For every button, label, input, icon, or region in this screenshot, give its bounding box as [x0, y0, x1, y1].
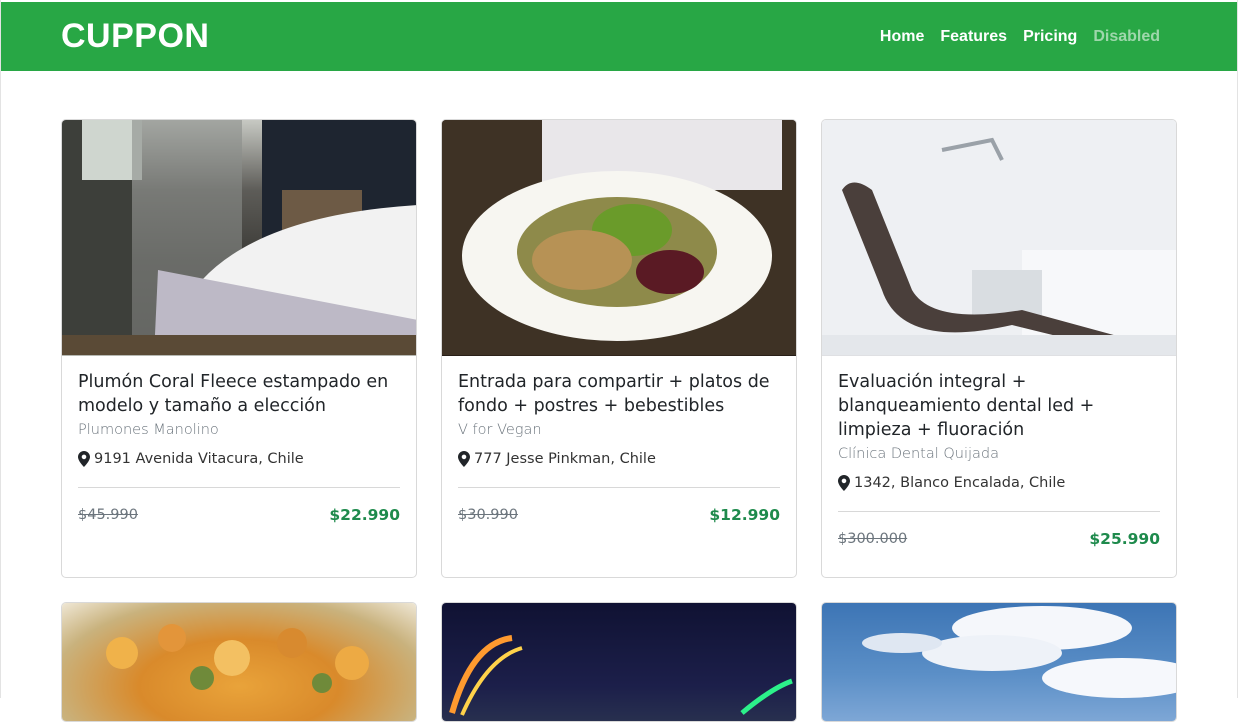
bedroom-photo[interactable]: [62, 120, 416, 356]
new-price: $12.990: [709, 506, 780, 524]
card-title[interactable]: Evaluación integral + blanqueamiento den…: [838, 370, 1160, 442]
deal-card[interactable]: Entrada para compartir + platos de fondo…: [441, 119, 797, 578]
card-title[interactable]: Entrada para compartir + platos de fondo…: [458, 370, 780, 418]
divider: [838, 511, 1160, 512]
deal-card[interactable]: Evaluación integral + blanqueamiento den…: [821, 119, 1177, 578]
card-body: Evaluación integral + blanqueamiento den…: [822, 356, 1176, 568]
card-address-text: 9191 Avenida Vitacura, Chile: [94, 451, 304, 467]
food-photo[interactable]: [62, 603, 416, 721]
new-price: $25.990: [1089, 530, 1160, 548]
price-row: $45.990 $22.990: [78, 506, 400, 544]
old-price: $30.990: [458, 507, 518, 523]
price-row: $30.990 $12.990: [458, 506, 780, 544]
old-price: $45.990: [78, 507, 138, 523]
divider: [78, 487, 400, 488]
vegan-dish-photo[interactable]: [442, 120, 796, 356]
old-price: $300.000: [838, 531, 908, 547]
deal-card[interactable]: [441, 602, 797, 722]
card-address: 777 Jesse Pinkman, Chile: [458, 451, 780, 467]
sky-clouds-photo[interactable]: [822, 603, 1176, 721]
price-row: $300.000 $25.990: [838, 530, 1160, 568]
navbar: CUPPON Home Features Pricing Disabled: [1, 2, 1237, 71]
map-pin-icon: [458, 451, 470, 467]
nav-link-disabled: Disabled: [1093, 27, 1160, 45]
deal-card[interactable]: [61, 602, 417, 722]
card-body: Plumón Coral Fleece estampado en modelo …: [62, 356, 416, 544]
card-title[interactable]: Plumón Coral Fleece estampado en modelo …: [78, 370, 400, 418]
new-price: $22.990: [329, 506, 400, 524]
nav-links: Home Features Pricing Disabled: [872, 2, 1168, 71]
nav-link-pricing[interactable]: Pricing: [1015, 28, 1085, 46]
deal-card[interactable]: [821, 602, 1177, 722]
card-vendor: Plumones Manolino: [78, 422, 219, 438]
card-vendor: V for Vegan: [458, 422, 542, 438]
night-photo[interactable]: [442, 603, 796, 721]
card-address: 1342, Blanco Encalada, Chile: [838, 475, 1160, 491]
card-address: 9191 Avenida Vitacura, Chile: [78, 451, 400, 467]
card-address-text: 1342, Blanco Encalada, Chile: [854, 475, 1066, 491]
card-address-text: 777 Jesse Pinkman, Chile: [474, 451, 656, 467]
map-pin-icon: [78, 451, 90, 467]
card-body: Entrada para compartir + platos de fondo…: [442, 356, 796, 544]
nav-link-features[interactable]: Features: [932, 28, 1015, 46]
nav-link-home[interactable]: Home: [872, 28, 932, 46]
brand-logo[interactable]: CUPPON: [61, 2, 209, 71]
divider: [458, 487, 780, 488]
dental-chair-photo[interactable]: [822, 120, 1176, 356]
deal-card[interactable]: Plumón Coral Fleece estampado en modelo …: [61, 119, 417, 578]
map-pin-icon: [838, 475, 850, 491]
card-vendor: Clínica Dental Quijada: [838, 446, 999, 462]
